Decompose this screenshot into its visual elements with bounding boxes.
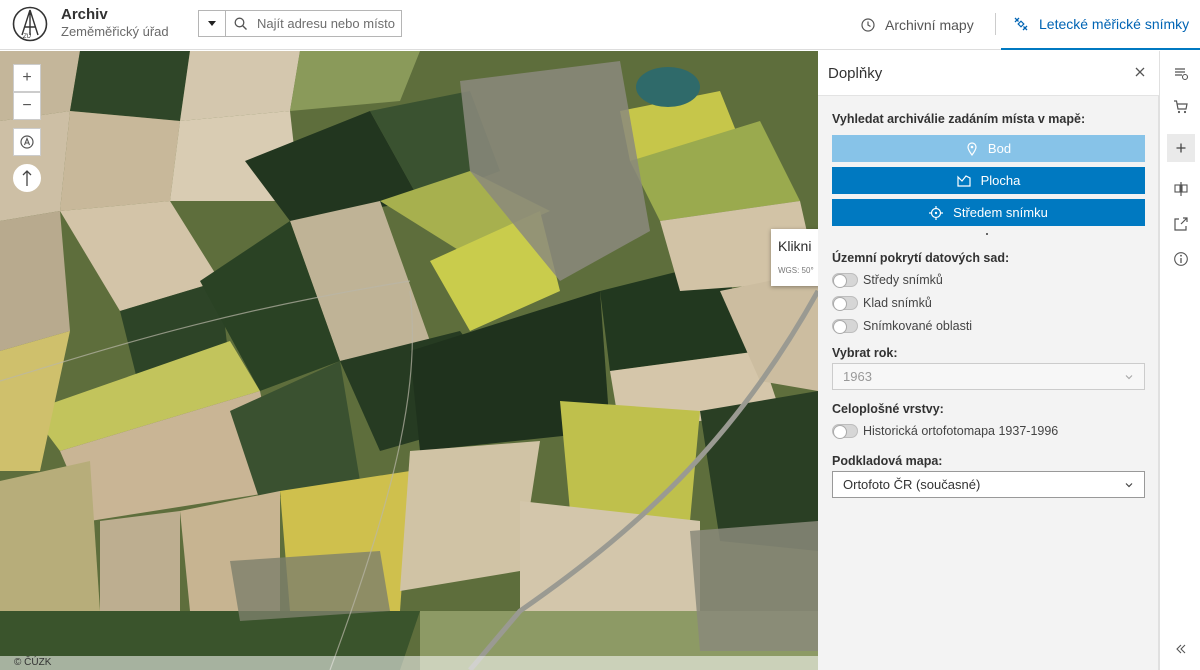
toggle-historical-ortho[interactable]: Historická ortofotomapa 1937-1996 [832, 423, 1058, 439]
search-source-dropdown[interactable] [199, 11, 226, 36]
toggle-switch[interactable] [832, 424, 858, 439]
toggle-label: Středy snímků [863, 273, 943, 287]
cart-button[interactable] [1167, 93, 1195, 121]
basemap-label: Podkladová mapa: [832, 454, 943, 468]
tab-divider [995, 13, 996, 35]
basemap-value: Ortofoto ČR (současné) [843, 477, 981, 492]
compare-icon [1174, 182, 1188, 196]
divider-dot [986, 233, 988, 235]
pin-icon [967, 141, 977, 156]
svg-text:ZÚ: ZÚ [22, 33, 32, 40]
locate-button[interactable] [13, 128, 41, 156]
chevron-down-icon [1125, 375, 1133, 380]
image-center-button[interactable]: Středem snímku [832, 199, 1145, 226]
year-label: Vybrat rok: [832, 346, 898, 360]
toggle-switch[interactable] [832, 273, 858, 288]
map-attribution: © ČÚZK [0, 656, 818, 670]
satellite-icon [1014, 17, 1028, 31]
panel-title: Doplňky [828, 65, 883, 82]
search-section-label: Vyhledat archiválie zadáním místa v mapě… [832, 112, 1086, 126]
year-value: 1963 [843, 369, 872, 384]
toggle-label: Historická ortofotomapa 1937-1996 [863, 424, 1059, 438]
popup-title: Klikni [778, 238, 812, 254]
search-box [198, 10, 402, 37]
aerial-imagery [0, 51, 818, 670]
coverage-label: Územní pokrytí datových sad: [832, 251, 1010, 265]
addons-button[interactable] [1167, 134, 1195, 162]
crosshair-icon [929, 205, 944, 220]
popup-coordinates: WGS: 50° [778, 266, 814, 275]
toggle-label: Snímkované oblasti [863, 319, 973, 333]
close-icon[interactable] [1133, 65, 1147, 79]
logo-icon: ZÚ [12, 6, 48, 42]
app-title: Archiv [61, 6, 108, 23]
north-arrow-icon [22, 170, 32, 186]
layers-label: Celoplošné vrstvy: [832, 402, 944, 416]
share-button[interactable] [1167, 210, 1195, 238]
cart-icon [1174, 100, 1188, 114]
button-label: Bod [987, 141, 1012, 156]
tab-archivni-mapy[interactable]: Archivní mapy [861, 0, 974, 50]
addons-panel: Doplňky Vyhledat archiválie zadáním míst… [818, 51, 1159, 670]
button-label: Plocha [980, 173, 1021, 188]
basemap-select[interactable]: Ortofoto ČR (současné) [832, 471, 1145, 498]
zoom-in-button[interactable]: + [13, 64, 41, 92]
map-popup: Klikni WGS: 50° [771, 229, 818, 286]
zoom-out-button[interactable]: − [13, 92, 41, 120]
chevron-down-icon [1125, 483, 1133, 488]
toggle-imaged-areas[interactable]: Snímkované oblasti [832, 318, 972, 334]
app-subtitle: Zeměměřický úřad [61, 24, 169, 39]
compass-button[interactable] [13, 164, 41, 192]
layers-icon [1175, 68, 1189, 81]
year-select[interactable]: 1963 [832, 363, 1145, 390]
tab-letecke-snimky[interactable]: Letecké měřické snímky [1001, 0, 1200, 50]
compare-button[interactable] [1167, 175, 1195, 203]
tool-rail [1159, 51, 1200, 670]
point-button[interactable]: Bod [832, 135, 1145, 162]
app-header: ZÚ Archiv Zeměměřický úřad Archivní mapy… [0, 0, 1200, 50]
layers-button[interactable] [1167, 59, 1195, 87]
collapse-icon [1176, 644, 1186, 654]
clock-icon [861, 18, 875, 32]
share-icon [1174, 217, 1188, 231]
toggle-image-centers[interactable]: Středy snímků [832, 272, 943, 288]
toggle-label: Klad snímků [863, 296, 932, 310]
info-icon [1174, 252, 1188, 266]
locate-icon [20, 135, 34, 149]
info-button[interactable] [1167, 245, 1195, 273]
toggle-switch[interactable] [832, 319, 858, 334]
toggle-switch[interactable] [832, 296, 858, 311]
toggle-image-layout[interactable]: Klad snímků [832, 295, 932, 311]
area-button[interactable]: Plocha [832, 167, 1145, 194]
polygon-icon [957, 174, 971, 187]
panel-header: Doplňky [818, 51, 1159, 96]
tab-label: Letecké měřické snímky [1039, 16, 1190, 32]
tab-label: Archivní mapy [885, 17, 974, 33]
button-label: Středem snímku [953, 205, 1048, 220]
search-icon [234, 17, 247, 30]
search-input[interactable] [257, 13, 397, 34]
map-view[interactable]: + − Klikni WGS: 50° © ČÚZK [0, 51, 818, 670]
plus-icon [1176, 143, 1186, 153]
collapse-button[interactable] [1167, 635, 1195, 663]
